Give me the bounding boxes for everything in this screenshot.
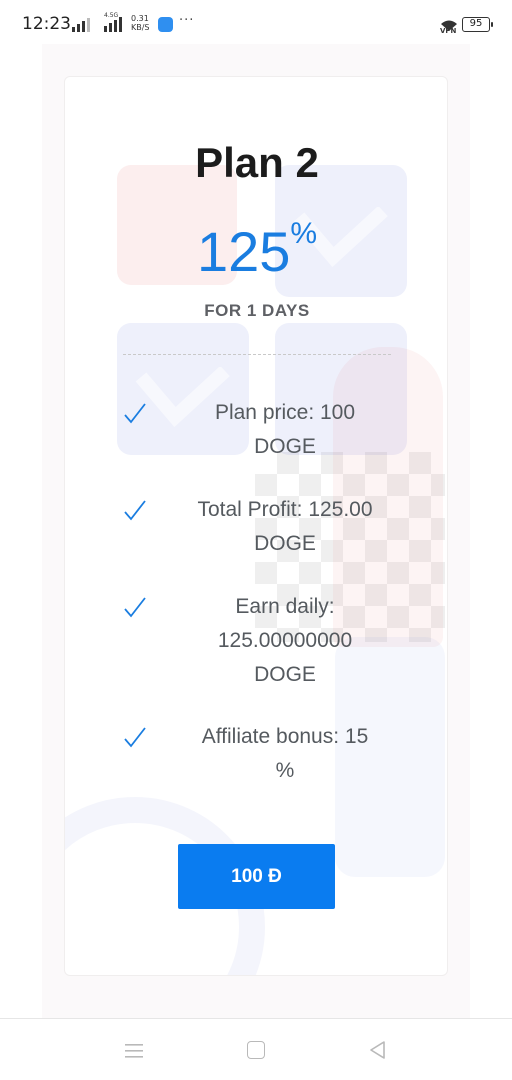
percent-value: 125 <box>196 220 291 283</box>
feature-text: Plan price: 100 DOGE <box>214 401 356 458</box>
check-icon <box>124 727 146 748</box>
check-icon <box>124 403 146 424</box>
status-time: 12:23 <box>22 14 71 34</box>
plan-return-percent: 125% <box>65 217 447 284</box>
more-notifications-icon: ··· <box>179 13 195 28</box>
back-icon[interactable] <box>368 1040 388 1060</box>
check-icon <box>124 597 146 618</box>
signal-icon-secondary <box>104 17 122 32</box>
plan-card: Plan 2 125% FOR 1 DAYS Plan price: 100 D… <box>64 76 448 976</box>
app-notification-icon <box>158 17 173 32</box>
signal-icon <box>72 18 90 32</box>
vpn-label: VPN <box>440 27 457 35</box>
plan-title: Plan 2 <box>195 139 319 186</box>
battery-icon: 95 <box>462 17 493 32</box>
feature-text: Affiliate bonus: 15 % <box>201 725 369 782</box>
divider <box>123 354 391 355</box>
home-icon[interactable] <box>247 1041 265 1059</box>
network-speed: 0.31 KB/S <box>131 14 150 32</box>
invest-button[interactable]: 100 Đ <box>178 844 335 909</box>
menu-icon[interactable] <box>124 1043 144 1059</box>
check-icon <box>124 500 146 521</box>
system-nav-bar <box>0 1018 512 1080</box>
plan-duration: FOR 1 DAYS <box>204 301 310 320</box>
feature-text: Total Profit: 125.00 DOGE <box>197 498 373 555</box>
status-bar: 12:23 4.5G 0.31 KB/S ··· VPN 95 <box>0 0 512 44</box>
feature-text: Earn daily: 125.00000000 DOGE <box>217 595 353 686</box>
percent-sign: % <box>290 217 318 250</box>
